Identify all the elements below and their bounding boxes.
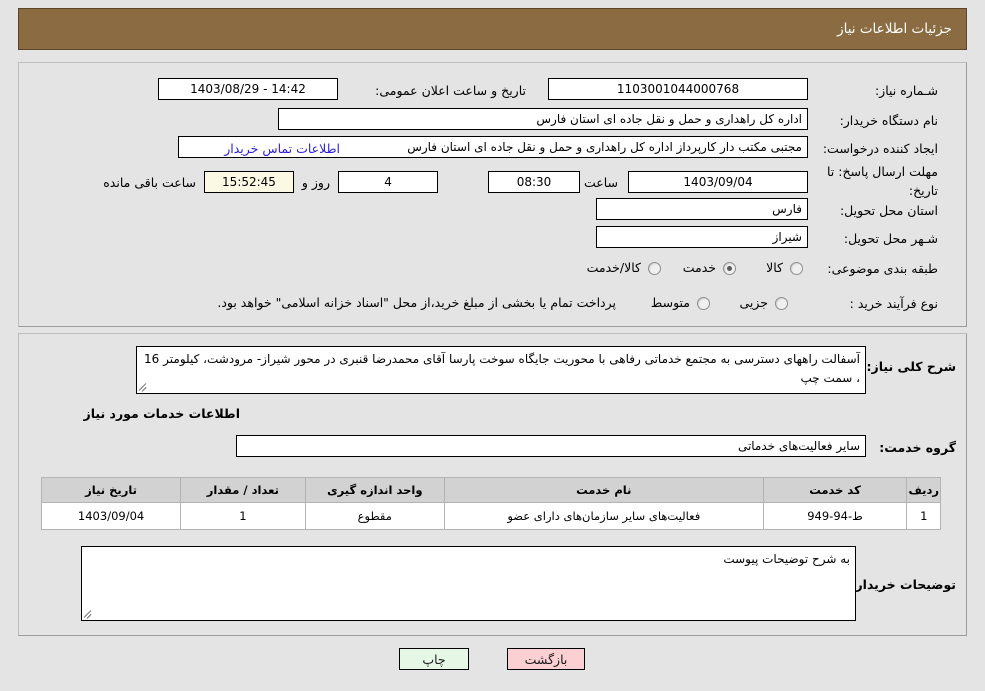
reply-deadline-date-field[interactable]: 1403/09/04 xyxy=(628,171,808,193)
cell-unit: مقطوع xyxy=(304,502,446,530)
services-heading: اطلاعات خدمات مورد نیاز xyxy=(83,406,241,421)
col-service-name: نام خدمت xyxy=(444,477,764,503)
radio-category-khedmat-label: خدمت xyxy=(682,260,716,275)
buyer-org-field[interactable]: اداره کل راهداری و حمل و نقل جاده ای است… xyxy=(278,108,808,130)
reply-deadline-time-field[interactable]: 08:30 xyxy=(488,171,580,193)
buyer-notes-textarea[interactable]: به شرح توضیحات پیوست xyxy=(81,546,856,621)
purchase-process-label: نوع فرآیند خرید : xyxy=(849,296,938,311)
general-description-text: آسفالت راههای دسترسی به مجتمع خدماتی رفا… xyxy=(144,352,860,385)
general-description-label: شرح کلی نیاز: xyxy=(866,359,956,374)
reply-deadline-label: مهلت ارسال پاسخ: تا تاریخ: xyxy=(827,164,938,198)
resize-grip-icon[interactable] xyxy=(84,609,94,619)
buyer-contact-link[interactable]: اطلاعات تماس خریدار xyxy=(224,141,340,156)
table-header-row: ردیف کد خدمت نام خدمت واحد اندازه گیری ت… xyxy=(40,477,941,503)
col-unit: واحد اندازه گیری xyxy=(304,477,446,503)
services-table: ردیف کد خدمت نام خدمت واحد اندازه گیری ت… xyxy=(40,477,941,530)
cell-row-no: 1 xyxy=(906,502,941,530)
radio-category-kala-khedmat[interactable] xyxy=(648,262,661,275)
buyer-notes-text: به شرح توضیحات پیوست xyxy=(723,552,850,566)
countdown-field: 15:52:45 xyxy=(204,171,294,193)
reply-deadline-time-label: ساعت xyxy=(583,175,618,190)
col-service-code: کد خدمت xyxy=(762,477,908,503)
announce-datetime-field[interactable]: 14:42 - 1403/08/29 xyxy=(158,78,338,100)
table-row: 1 ط-94-949 فعالیت‌های سایر سازمان‌های دا… xyxy=(40,502,941,530)
col-need-date: تاریخ نیاز xyxy=(40,477,182,503)
buyer-notes-label: توضیحات خریدار: xyxy=(850,577,956,592)
page-root: جزئیات اطلاعات نیاز V AriaTender.net شـم… xyxy=(0,0,985,691)
print-button[interactable]: چاپ xyxy=(399,648,469,670)
need-number-label: شـماره نیاز: xyxy=(874,83,938,98)
delivery-city-label: شـهر محل تحویل: xyxy=(843,231,938,246)
remaining-days-suffix: روز و xyxy=(301,175,330,190)
radio-process-jozei-label: جزیی xyxy=(739,295,768,310)
radio-category-kala-khedmat-label: کالا/خدمت xyxy=(586,260,641,275)
service-group-field[interactable]: سایر فعالیت‌های خدماتی xyxy=(236,435,866,457)
delivery-city-field[interactable]: شیراز xyxy=(596,226,808,248)
col-row-no: ردیف xyxy=(906,477,941,503)
cell-quantity: 1 xyxy=(180,502,306,530)
general-description-textarea[interactable]: آسفالت راههای دسترسی به مجتمع خدماتی رفا… xyxy=(136,346,866,394)
back-button[interactable]: بازگشت xyxy=(507,648,585,670)
announce-datetime-label: تاریخ و ساعت اعلان عمومی: xyxy=(375,83,526,98)
delivery-province-label: استان محل تحویل: xyxy=(839,203,938,218)
radio-process-motevaset-label: متوسط xyxy=(650,295,690,310)
subject-category-label: طبقه بندی موضوعی: xyxy=(827,261,938,276)
resize-grip-icon[interactable] xyxy=(139,382,149,392)
service-group-label: گروه خدمت: xyxy=(879,440,956,455)
delivery-province-field[interactable]: فارس xyxy=(596,198,808,220)
cell-service-code: ط-94-949 xyxy=(762,502,908,530)
radio-process-motevaset[interactable] xyxy=(697,297,710,310)
countdown-suffix: ساعت باقی مانده xyxy=(103,175,196,190)
purchase-process-note: پرداخت تمام یا بخشی از مبلغ خرید،از محل … xyxy=(217,295,616,310)
radio-process-jozei[interactable] xyxy=(775,297,788,310)
cell-need-date: 1403/09/04 xyxy=(40,502,182,530)
cell-service-name: فعالیت‌های سایر سازمان‌های دارای عضو xyxy=(444,502,764,530)
page-title: جزئیات اطلاعات نیاز xyxy=(837,21,952,37)
col-quantity: تعداد / مقدار xyxy=(180,477,306,503)
buyer-org-label: نام دستگاه خریدار: xyxy=(839,113,938,128)
need-info-panel: شـماره نیاز: 1103001044000768 تاریخ و سا… xyxy=(18,62,967,327)
radio-category-khedmat[interactable] xyxy=(723,262,736,275)
radio-category-kala-label: کالا xyxy=(766,260,783,275)
request-creator-label: ایجاد کننده درخواست: xyxy=(822,141,938,156)
need-number-field[interactable]: 1103001044000768 xyxy=(548,78,808,100)
radio-category-kala[interactable] xyxy=(790,262,803,275)
page-header: جزئیات اطلاعات نیاز xyxy=(18,8,967,50)
remaining-days-field[interactable]: 4 xyxy=(338,171,438,193)
service-details-panel: شرح کلی نیاز: آسفالت راههای دسترسی به مج… xyxy=(18,333,967,636)
